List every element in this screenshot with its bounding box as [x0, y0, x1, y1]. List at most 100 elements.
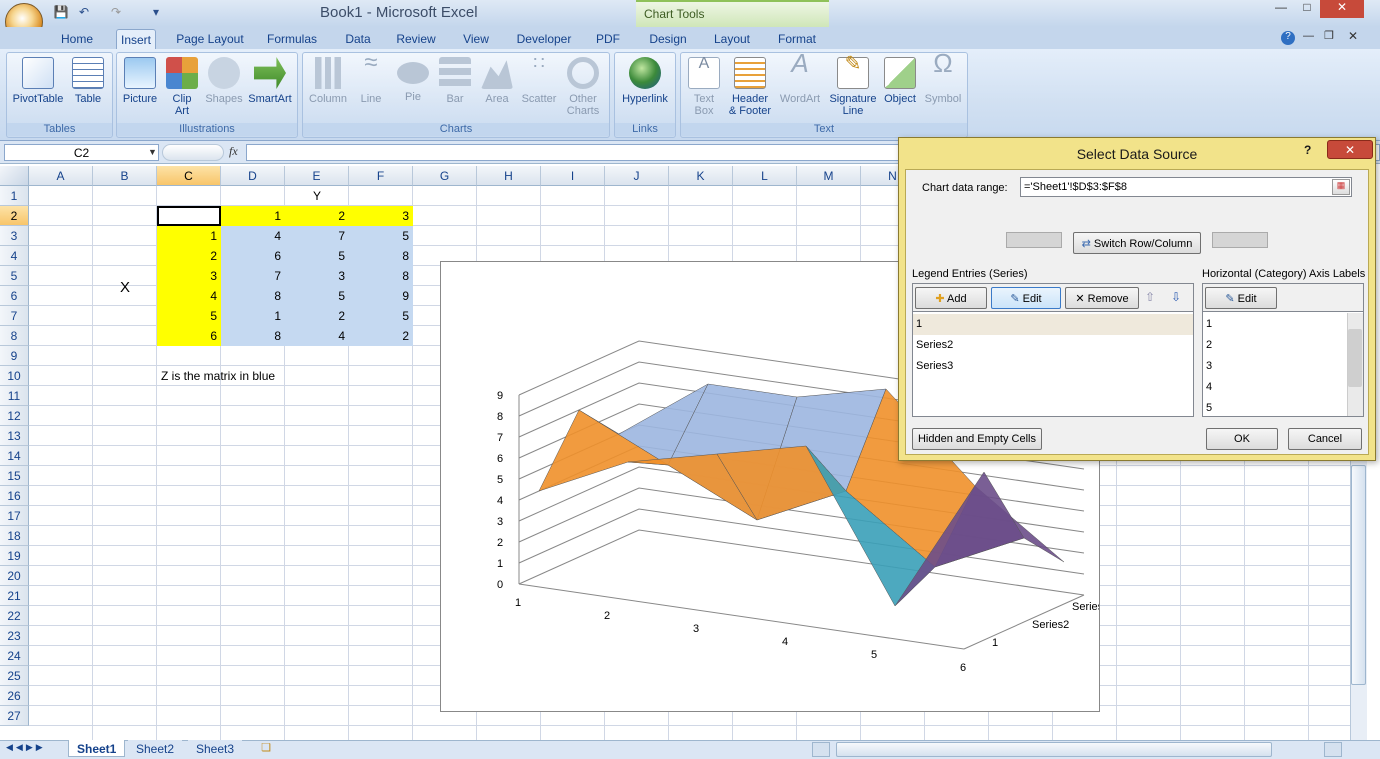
x-value-cell[interactable]: 5	[157, 306, 221, 326]
row-header-4[interactable]: 4	[0, 246, 29, 266]
row-header-27[interactable]: 27	[0, 706, 29, 726]
column-header-m[interactable]: M	[797, 166, 861, 186]
ribbon-restore-icon[interactable]: ❐	[1324, 29, 1334, 42]
row-header-12[interactable]: 12	[0, 406, 29, 426]
matrix-cell[interactable]: 7	[221, 266, 285, 286]
row-header-6[interactable]: 6	[0, 286, 29, 306]
row-header-26[interactable]: 26	[0, 686, 29, 706]
tab-home[interactable]: Home	[56, 29, 98, 49]
picture-button[interactable]: Picture	[118, 55, 162, 123]
row-header-19[interactable]: 19	[0, 546, 29, 566]
matrix-cell[interactable]: 8	[221, 326, 285, 346]
textbox-button[interactable]: A Text Box	[684, 55, 724, 123]
sheet-tab-sheet1[interactable]: Sheet1	[68, 740, 126, 757]
shapes-button[interactable]: Shapes	[204, 55, 244, 123]
matrix-cell[interactable]: 8	[349, 246, 413, 266]
matrix-cell[interactable]: 4	[285, 326, 349, 346]
dialog-help-icon[interactable]: ?	[1304, 143, 1311, 157]
axis-label-item[interactable]: 2	[1203, 335, 1347, 356]
x-value-cell[interactable]: 3	[157, 266, 221, 286]
bar-chart-button[interactable]: Bar	[436, 55, 474, 123]
column-header-j[interactable]: J	[605, 166, 669, 186]
tab-layout[interactable]: Layout	[706, 29, 758, 49]
column-header-b[interactable]: B	[93, 166, 157, 186]
move-down-icon[interactable]: ⇩	[1171, 290, 1181, 304]
row-header-17[interactable]: 17	[0, 506, 29, 526]
range-collapse-icon[interactable]: ▦	[1332, 179, 1350, 195]
header-cell[interactable]: 2	[285, 206, 349, 226]
axis-label-item[interactable]: 4	[1203, 377, 1347, 398]
axis-label-item[interactable]: 1	[1203, 314, 1347, 335]
sheet-nav-arrows-icon[interactable]: ◀◀▶▶	[6, 742, 46, 753]
header-cell[interactable]: 3	[349, 206, 413, 226]
edit-series-button[interactable]: ✎ Edit	[991, 287, 1061, 309]
formula-expand-handle[interactable]	[162, 144, 224, 161]
horizontal-scroll-thumb[interactable]	[836, 742, 1272, 757]
row-header-24[interactable]: 24	[0, 646, 29, 666]
tab-format[interactable]: Format	[768, 29, 826, 49]
signature-line-button[interactable]: ✎ Signature Line	[826, 54, 880, 123]
matrix-cell[interactable]: 7	[285, 226, 349, 246]
row-header-22[interactable]: 22	[0, 606, 29, 626]
tab-page-layout[interactable]: Page Layout	[168, 29, 252, 49]
select-all-corner[interactable]	[0, 166, 29, 186]
minimize-icon[interactable]: —	[1268, 0, 1294, 18]
header-cell[interactable]: 1	[221, 206, 285, 226]
matrix-cell[interactable]: 5	[349, 226, 413, 246]
row-header-13[interactable]: 13	[0, 426, 29, 446]
row-header-25[interactable]: 25	[0, 666, 29, 686]
tab-design[interactable]: Design	[640, 29, 696, 49]
series-list-item[interactable]: 1	[913, 314, 1193, 335]
axis-list-scroll-thumb[interactable]	[1348, 329, 1362, 387]
note-cell[interactable]: Z is the matrix in blue	[157, 366, 417, 386]
header-footer-button[interactable]: Header & Footer	[724, 55, 776, 123]
chart-range-input[interactable]: ='Sheet1'!$D$3:$F$8	[1020, 177, 1352, 197]
matrix-cell[interactable]: 1	[221, 306, 285, 326]
row-header-11[interactable]: 11	[0, 386, 29, 406]
add-series-button[interactable]: ✚ Add	[915, 287, 987, 309]
row-header-21[interactable]: 21	[0, 586, 29, 606]
tab-developer[interactable]: Developer	[508, 29, 580, 49]
series-list-item[interactable]: Series3	[913, 356, 1193, 377]
axis-label-item[interactable]: 3	[1203, 356, 1347, 377]
x-value-cell[interactable]: 6	[157, 326, 221, 346]
quick-access-dropdown-icon[interactable]: ▾	[148, 5, 164, 20]
x-value-cell[interactable]: 2	[157, 246, 221, 266]
pivottable-button[interactable]: PivotTable	[8, 55, 68, 123]
y-axis-label-cell[interactable]: Y	[221, 186, 413, 206]
matrix-cell[interactable]: 2	[349, 326, 413, 346]
row-header-2[interactable]: 2	[0, 206, 29, 226]
row-header-9[interactable]: 9	[0, 346, 29, 366]
insert-function-icon[interactable]: fx	[229, 144, 238, 159]
pie-chart-button[interactable]: Pie	[394, 55, 432, 123]
smartart-button[interactable]: SmartArt	[246, 55, 294, 123]
column-header-g[interactable]: G	[413, 166, 477, 186]
matrix-cell[interactable]: 4	[221, 226, 285, 246]
row-header-15[interactable]: 15	[0, 466, 29, 486]
sheet-tab-sheet2[interactable]: Sheet2	[128, 740, 183, 757]
column-header-k[interactable]: K	[669, 166, 733, 186]
tab-insert[interactable]: Insert	[116, 29, 156, 49]
remove-series-button[interactable]: ✕ Remove	[1065, 287, 1139, 309]
column-header-c[interactable]: C	[157, 166, 221, 186]
column-header-f[interactable]: F	[349, 166, 413, 186]
x-value-cell[interactable]: 1	[157, 226, 221, 246]
x-axis-label-cell[interactable]: X	[93, 276, 157, 296]
row-header-7[interactable]: 7	[0, 306, 29, 326]
area-chart-button[interactable]: Area	[478, 55, 516, 123]
name-box[interactable]: C2	[4, 144, 159, 161]
ribbon-minimize-icon[interactable]: —	[1303, 30, 1314, 42]
row-header-3[interactable]: 3	[0, 226, 29, 246]
redo-icon[interactable]: ↷	[108, 5, 124, 20]
row-header-10[interactable]: 10	[0, 366, 29, 386]
scatter-chart-button[interactable]: ∷ Scatter	[518, 54, 560, 123]
hyperlink-button[interactable]: Hyperlink	[616, 55, 674, 123]
axis-label-item[interactable]: 5	[1203, 398, 1347, 419]
undo-icon[interactable]: ↶	[76, 5, 92, 20]
row-header-14[interactable]: 14	[0, 446, 29, 466]
hscroll-right-icon[interactable]	[1324, 742, 1342, 757]
row-header-5[interactable]: 5	[0, 266, 29, 286]
sheet-tab-sheet3[interactable]: Sheet3	[188, 740, 243, 757]
save-icon[interactable]: 💾	[53, 5, 69, 20]
clipart-button[interactable]: Clip Art	[164, 55, 200, 123]
